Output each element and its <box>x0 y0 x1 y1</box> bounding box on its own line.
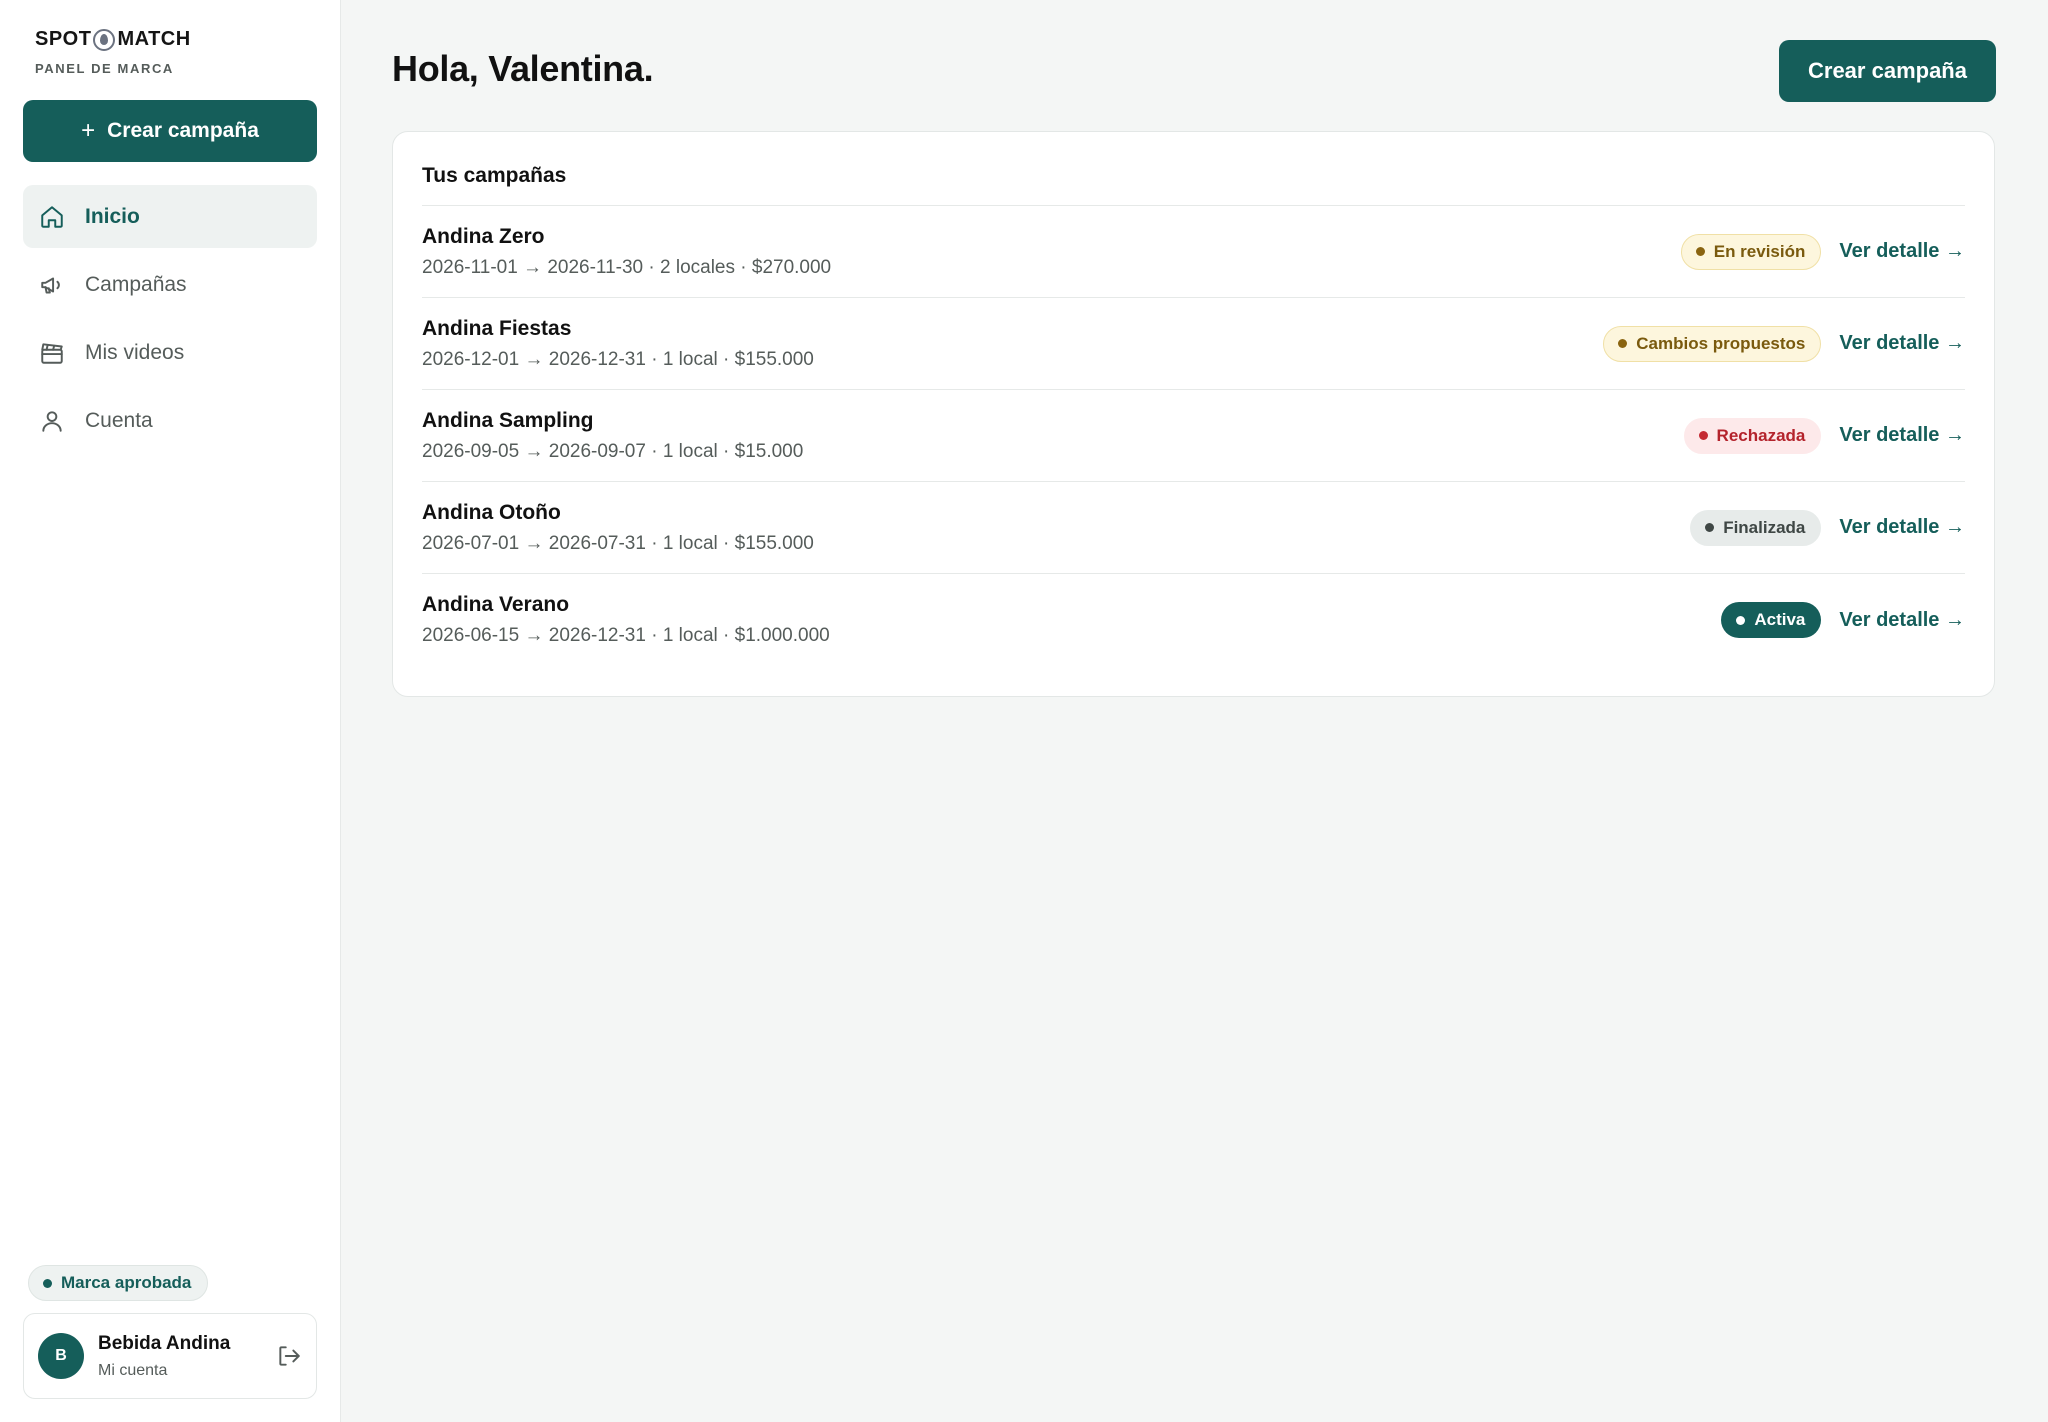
home-icon <box>39 204 65 230</box>
status-badge: Activa <box>1721 602 1822 638</box>
campaign-meta: 2026-09-05 → 2026-09-07 · 1 local · $15.… <box>422 440 804 462</box>
view-detail-link[interactable]: Ver detalle → <box>1839 332 1965 355</box>
status-badge: Rechazada <box>1683 417 1822 454</box>
status-dot <box>43 1278 52 1288</box>
logo[interactable]: SPOT MATCH PANEL DE MARCA <box>35 28 317 76</box>
sidebar-item-mis-videos[interactable]: Mis videos <box>23 321 317 384</box>
status-dot <box>1695 247 1705 256</box>
campaign-meta: 2026-06-15 → 2026-12-31 · 1 local · $1.0… <box>422 625 830 646</box>
status-label: Activa <box>1754 610 1806 629</box>
sidebar: SPOT MATCH PANEL DE MARCA + Crear campañ… <box>0 0 341 1422</box>
view-detail-link[interactable]: Ver detalle → <box>1839 424 1965 447</box>
header-create-campaign-button[interactable]: Crear campaña <box>1779 40 1996 102</box>
user-icon <box>39 408 65 434</box>
campaign-meta: 2026-12-01 → 2026-12-31 · 1 local · $155… <box>422 348 814 370</box>
row-actions: Activa Ver detalle → <box>1721 602 1965 638</box>
sidebar-create-label: Crear campaña <box>107 119 259 142</box>
row-actions: Cambios propuestos Ver detalle → <box>1603 325 1965 362</box>
status-badge: En revisión <box>1680 233 1822 270</box>
campaigns-title: Tus campañas <box>422 132 1965 206</box>
campaign-name: Andina Zero <box>422 224 545 248</box>
sidebar-nav: Inicio Campañas Mis videos Cuenta <box>23 185 317 452</box>
plus-icon: + <box>81 117 96 144</box>
sidebar-item-label: Cuenta <box>85 408 153 432</box>
panel-subtitle: PANEL DE MARCA <box>35 61 174 76</box>
view-detail-link[interactable]: Ver detalle → <box>1839 516 1965 539</box>
table-row: Andina Verano 2026-06-15 → 2026-12-31 · … <box>422 574 1965 666</box>
status-dot <box>1736 615 1746 625</box>
campaign-info: Andina Sampling 2026-09-05 → 2026-09-07 … <box>422 409 803 463</box>
app-root: SPOT MATCH PANEL DE MARCA + Crear campañ… <box>0 0 2048 1422</box>
sidebar-item-inicio[interactable]: Inicio <box>23 185 317 248</box>
status-label: En revisión <box>1713 241 1806 261</box>
sidebar-item-label: Campañas <box>85 272 187 296</box>
sidebar-item-campanas[interactable]: Campañas <box>23 253 317 316</box>
campaign-name: Andina Fiestas <box>422 316 572 340</box>
table-row: Andina Sampling 2026-09-05 → 2026-09-07 … <box>422 390 1965 482</box>
account-card[interactable]: B Bebida Andina Mi cuenta <box>23 1313 317 1399</box>
clapperboard-icon <box>39 340 65 366</box>
logo-right: MATCH <box>117 28 191 50</box>
page-title: Hola, Valentina. <box>392 48 654 89</box>
status-badge: Cambios propuestos <box>1603 325 1822 362</box>
table-row: Andina Zero 2026-11-01 → 2026-11-30 · 2 … <box>422 206 1965 298</box>
status-label: Rechazada <box>1716 425 1806 445</box>
row-actions: Rechazada Ver detalle → <box>1683 417 1965 454</box>
account-subtitle: Mi cuenta <box>98 1361 168 1379</box>
status-label: Finalizada <box>1723 517 1806 537</box>
status-dot <box>1698 431 1708 440</box>
megaphone-icon <box>39 272 65 298</box>
logout-icon[interactable] <box>276 1343 302 1369</box>
campaign-info: Andina Fiestas 2026-12-01 → 2026-12-31 ·… <box>422 317 814 371</box>
avatar: B <box>38 1333 84 1379</box>
status-dot <box>1705 523 1715 532</box>
view-detail-link[interactable]: Ver detalle → <box>1839 609 1965 632</box>
campaign-meta: 2026-11-01 → 2026-11-30 · 2 locales · $2… <box>422 256 832 278</box>
account-text: Bebida Andina Mi cuenta <box>98 1333 276 1380</box>
sidebar-item-cuenta[interactable]: Cuenta <box>23 389 317 452</box>
campaigns-card: Tus campañas Andina Zero 2026-11-01 → 20… <box>392 131 1995 697</box>
drop-icon <box>93 28 116 51</box>
logo-wordmark: SPOT MATCH <box>35 28 317 51</box>
main-content: Hola, Valentina. Crear campaña Tus campa… <box>341 0 2048 1422</box>
campaign-info: Andina Verano 2026-06-15 → 2026-12-31 · … <box>422 593 830 647</box>
sidebar-item-label: Mis videos <box>85 340 185 364</box>
campaign-name: Andina Sampling <box>422 408 594 432</box>
approved-label: Marca aprobada <box>61 1273 192 1292</box>
status-dot <box>1618 339 1628 348</box>
brand-approved-badge: Marca aprobada <box>28 1265 209 1301</box>
account-name: Bebida Andina <box>98 1332 231 1354</box>
view-detail-link[interactable]: Ver detalle → <box>1839 240 1965 263</box>
campaign-name: Andina Verano <box>422 593 570 616</box>
sidebar-item-label: Inicio <box>85 204 140 228</box>
sidebar-create-campaign-button[interactable]: + Crear campaña <box>23 100 317 162</box>
status-badge: Finalizada <box>1690 509 1822 546</box>
table-row: Andina Otoño 2026-07-01 → 2026-07-31 · 1… <box>422 482 1965 574</box>
row-actions: En revisión Ver detalle → <box>1680 233 1965 270</box>
row-actions: Finalizada Ver detalle → <box>1690 509 1965 546</box>
status-label: Cambios propuestos <box>1636 333 1806 353</box>
campaign-info: Andina Zero 2026-11-01 → 2026-11-30 · 2 … <box>422 225 831 279</box>
campaign-meta: 2026-07-01 → 2026-07-31 · 1 local · $155… <box>422 532 814 554</box>
campaign-info: Andina Otoño 2026-07-01 → 2026-07-31 · 1… <box>422 501 814 555</box>
campaign-name: Andina Otoño <box>422 500 561 524</box>
table-row: Andina Fiestas 2026-12-01 → 2026-12-31 ·… <box>422 298 1965 390</box>
logo-left: SPOT <box>35 28 92 50</box>
